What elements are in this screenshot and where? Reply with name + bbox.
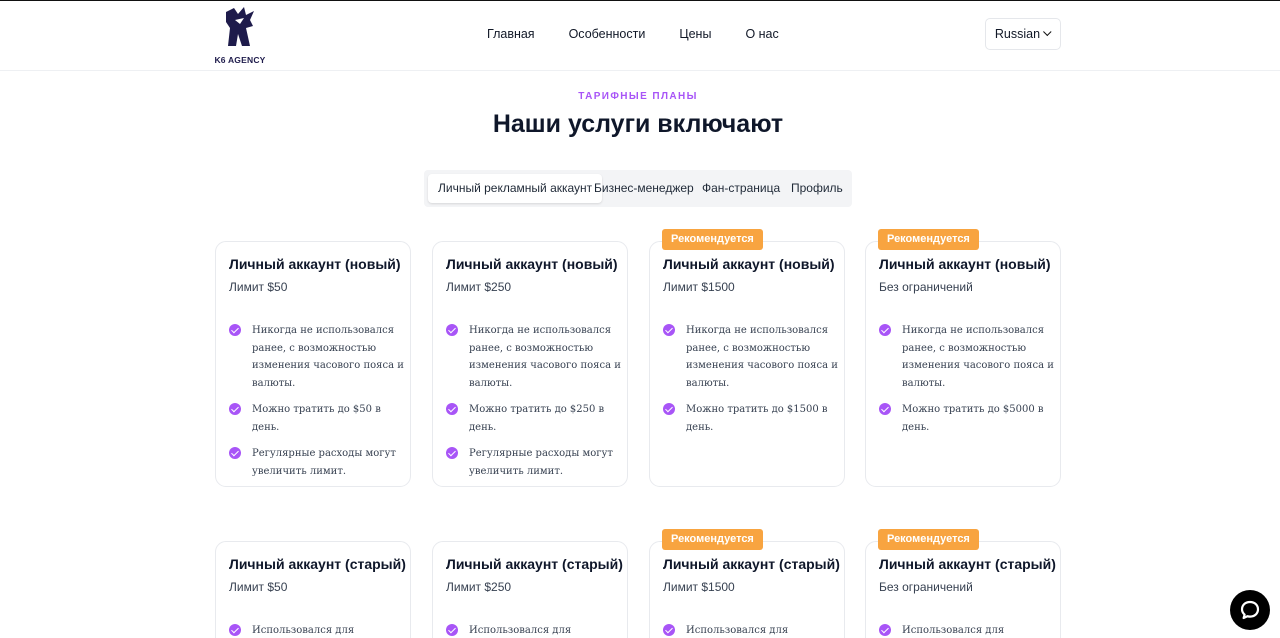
feature-item: Использовался для <box>446 622 626 638</box>
feature-item: Можно тратить до $5000 в день. <box>879 401 1059 436</box>
chevron-down-icon <box>1043 27 1052 37</box>
tab-profile[interactable]: Профиль <box>791 174 843 203</box>
site-header: K6 AGENCY Главная Особенности Цены О нас… <box>0 1 1280 71</box>
chat-bubble-icon <box>1240 600 1260 620</box>
plan-card: Личный аккаунт (новый) Без ограничений Н… <box>865 241 1061 487</box>
logo-text: K6 AGENCY <box>214 55 266 65</box>
tab-business-manager[interactable]: Бизнес-менеджер <box>594 174 694 203</box>
feature-item: Никогда не использовался ранее, с возмож… <box>446 322 626 392</box>
check-circle-icon <box>229 447 241 459</box>
feature-item: Можно тратить до $1500 в день. <box>663 401 843 436</box>
plan-limit: Лимит $50 <box>229 580 288 594</box>
feature-list: Использовался для <box>229 622 409 638</box>
check-circle-icon <box>229 403 241 415</box>
lion-logo-icon <box>226 7 254 46</box>
plan-card: Личный аккаунт (новый) Лимит $250 Никогд… <box>432 241 628 487</box>
feature-list: Использовался для <box>879 622 1059 638</box>
plan-limit: Без ограничений <box>879 280 973 294</box>
recommended-badge: Рекомендуется <box>878 529 979 550</box>
feature-item: Использовался для <box>663 622 843 638</box>
plan-limit: Лимит $50 <box>229 280 288 294</box>
language-label: Russian <box>994 27 1041 41</box>
plan-card: Личный аккаунт (старый) Лимит $250 Испол… <box>432 541 628 638</box>
section-title: Наши услуги включают <box>492 110 784 138</box>
check-circle-icon <box>879 624 891 636</box>
feature-item: Никогда не использовался ранее, с возмож… <box>229 322 409 392</box>
check-circle-icon <box>446 447 458 459</box>
plan-limit: Без ограничений <box>879 580 973 594</box>
main-nav: Главная Особенности Цены О нас <box>487 27 813 41</box>
feature-list: Никогда не использовался ранее, с возмож… <box>446 322 626 489</box>
feature-item: Регулярные расходы могут увеличить лимит… <box>229 445 409 480</box>
plan-card: Личный аккаунт (старый) Лимит $50 Исполь… <box>215 541 411 638</box>
recommended-badge: Рекомендуется <box>878 229 979 250</box>
check-circle-icon <box>229 624 241 636</box>
feature-list: Никогда не использовался ранее, с возмож… <box>879 322 1059 445</box>
check-circle-icon <box>663 624 675 636</box>
plan-tabs: Личный рекламный аккаунт Бизнес-менеджер… <box>424 170 852 207</box>
check-circle-icon <box>879 403 891 415</box>
plan-title: Личный аккаунт (новый) <box>879 256 1051 272</box>
feature-item: Использовался для <box>879 622 1059 638</box>
plan-limit: Лимит $250 <box>446 580 512 594</box>
nav-item-about[interactable]: О нас <box>745 27 778 41</box>
nav-item-features[interactable]: Особенности <box>569 27 646 41</box>
tab-personal-ad-account[interactable]: Личный рекламный аккаунт <box>428 174 603 203</box>
plan-card: Личный аккаунт (новый) Лимит $50 Никогда… <box>215 241 411 487</box>
plan-card: Личный аккаунт (старый) Без ограничений … <box>865 541 1061 638</box>
feature-list: Никогда не использовался ранее, с возмож… <box>229 322 409 489</box>
check-circle-icon <box>663 324 675 336</box>
tab-fan-page[interactable]: Фан-страница <box>702 174 780 203</box>
plan-title: Личный аккаунт (новый) <box>446 256 618 272</box>
plan-card: Личный аккаунт (новый) Лимит $1500 Никог… <box>649 241 845 487</box>
language-select[interactable]: Russian <box>985 18 1061 50</box>
plan-title: Личный аккаунт (новый) <box>663 256 835 272</box>
check-circle-icon <box>446 403 458 415</box>
check-circle-icon <box>663 403 675 415</box>
feature-item: Можно тратить до $50 в день. <box>229 401 409 436</box>
nav-item-pricing[interactable]: Цены <box>679 27 711 41</box>
feature-list: Использовался для <box>663 622 843 638</box>
plan-card: Личный аккаунт (старый) Лимит $1500 Испо… <box>649 541 845 638</box>
feature-item: Никогда не использовался ранее, с возмож… <box>879 322 1059 392</box>
check-circle-icon <box>446 324 458 336</box>
check-circle-icon <box>879 324 891 336</box>
plan-limit: Лимит $1500 <box>663 280 735 294</box>
plan-limit: Лимит $1500 <box>663 580 735 594</box>
feature-item: Использовался для <box>229 622 409 638</box>
check-circle-icon <box>446 624 458 636</box>
check-circle-icon <box>229 324 241 336</box>
nav-item-home[interactable]: Главная <box>487 27 535 41</box>
feature-item: Регулярные расходы могут увеличить лимит… <box>446 445 626 480</box>
section-eyebrow: ТАРИФНЫЕ ПЛАНЫ <box>578 91 698 102</box>
plan-title: Личный аккаунт (старый) <box>229 556 406 572</box>
feature-item: Можно тратить до $250 в день. <box>446 401 626 436</box>
plan-title: Личный аккаунт (старый) <box>446 556 623 572</box>
feature-list: Использовался для <box>446 622 626 638</box>
plan-limit: Лимит $250 <box>446 280 512 294</box>
recommended-badge: Рекомендуется <box>662 529 763 550</box>
feature-item: Никогда не использовался ранее, с возмож… <box>663 322 843 392</box>
plan-title: Личный аккаунт (старый) <box>879 556 1056 572</box>
plan-title: Личный аккаунт (старый) <box>663 556 840 572</box>
chat-button[interactable] <box>1230 590 1270 630</box>
plan-title: Личный аккаунт (новый) <box>229 256 401 272</box>
recommended-badge: Рекомендуется <box>662 229 763 250</box>
logo[interactable]: K6 AGENCY <box>212 6 268 65</box>
feature-list: Никогда не использовался ранее, с возмож… <box>663 322 843 445</box>
